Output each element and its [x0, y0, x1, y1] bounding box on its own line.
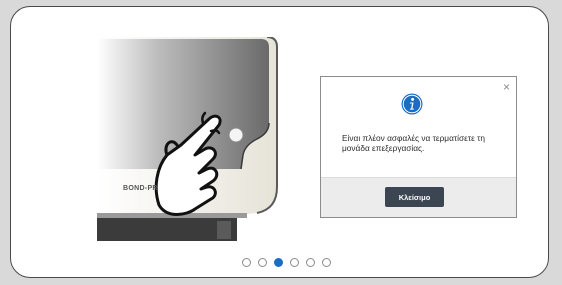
info-dialog: × Είναι πλέον ασφαλές να τερματίσετε τη …: [320, 76, 517, 218]
processing-module-illustration: BOND-PR: [97, 37, 287, 245]
brand-label: BOND-PR: [123, 185, 158, 192]
close-button[interactable]: Κλείσιμο: [385, 187, 444, 207]
page-dot-3[interactable]: [274, 257, 283, 267]
page-dot-4[interactable]: [290, 257, 299, 267]
dialog-footer: Κλείσιμο: [321, 177, 516, 217]
page-dot-1[interactable]: [242, 257, 251, 267]
close-icon[interactable]: ×: [503, 81, 510, 93]
tutorial-panel: BOND-PR × Είναι πλέον ασφαλές να τερματί…: [10, 6, 549, 278]
carousel-pagination: [242, 256, 331, 268]
page-dot-2[interactable]: [258, 257, 267, 267]
page-dot-5[interactable]: [306, 257, 315, 267]
info-icon: [401, 93, 423, 115]
instrument-graphic: [97, 37, 278, 241]
dialog-message: Είναι πλέον ασφαλές να τερματίσετε τη μο…: [342, 133, 485, 153]
page-dot-6[interactable]: [322, 257, 331, 267]
